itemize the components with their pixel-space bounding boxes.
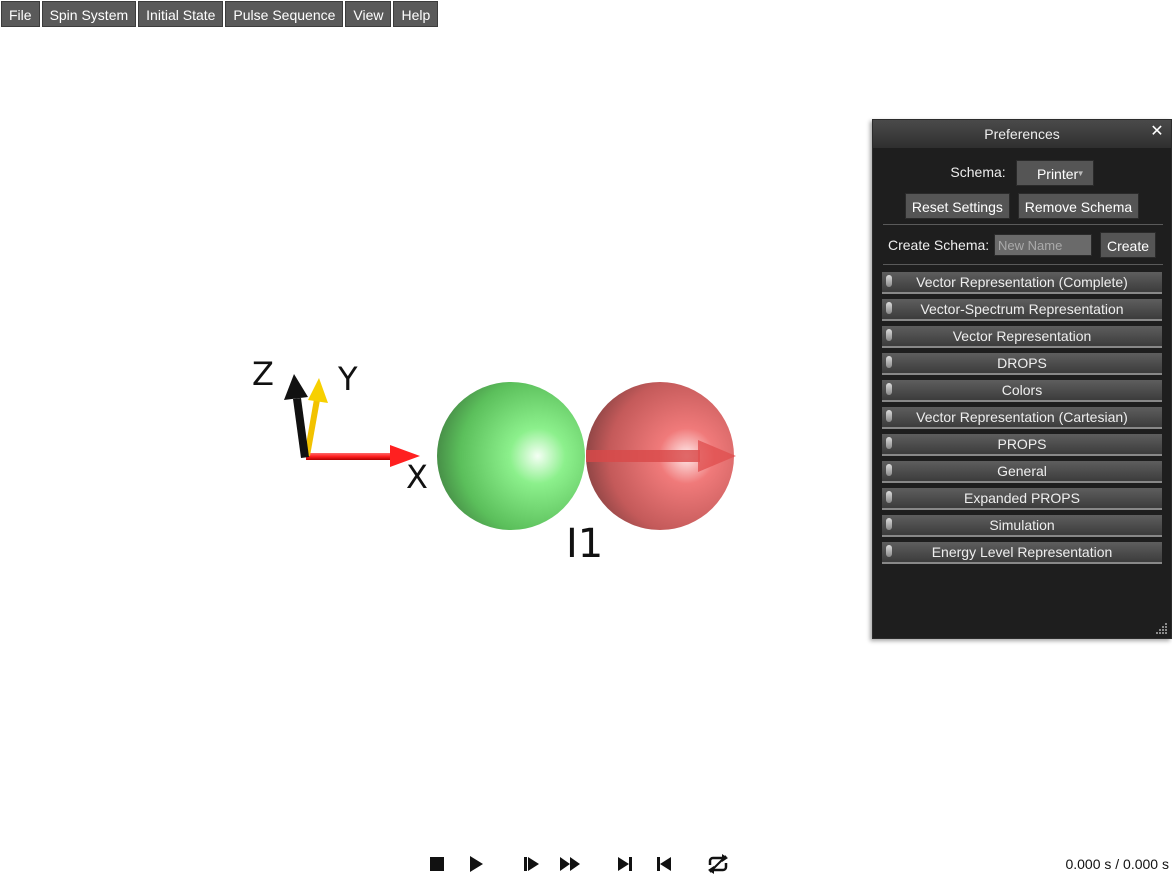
section-label: Expanded PROPS	[964, 490, 1080, 506]
spin-sphere-green[interactable]	[437, 382, 585, 530]
toggle-icon	[886, 518, 892, 530]
playback-controls	[0, 852, 1172, 876]
section-label: Energy Level Representation	[931, 544, 1113, 560]
preferences-title: Preferences	[984, 126, 1060, 142]
close-icon[interactable]: ✕	[1149, 124, 1165, 140]
toggle-icon	[886, 437, 892, 449]
section-vector-representation-cartesian[interactable]: Vector Representation (Cartesian)	[882, 407, 1162, 429]
section-vector-representation-complete[interactable]: Vector Representation (Complete)	[882, 272, 1162, 294]
reset-settings-button[interactable]: Reset Settings	[904, 193, 1010, 219]
remove-schema-button[interactable]: Remove Schema	[1017, 193, 1140, 219]
section-energy-level-representation[interactable]: Energy Level Representation	[882, 542, 1162, 564]
skip-to-end-icon[interactable]	[614, 852, 636, 876]
section-colors[interactable]: Colors	[882, 380, 1162, 402]
schema-value: Printer	[1036, 166, 1079, 182]
section-label: Vector-Spectrum Representation	[920, 301, 1124, 317]
section-props[interactable]: PROPS	[882, 434, 1162, 456]
section-vector-spectrum-representation[interactable]: Vector-Spectrum Representation	[882, 299, 1162, 321]
toggle-icon	[886, 356, 892, 368]
spin-label: I1	[566, 521, 603, 567]
section-expanded-props[interactable]: Expanded PROPS	[882, 488, 1162, 510]
chevron-down-icon: ▼	[1076, 169, 1085, 178]
axis-label-x: X	[406, 458, 428, 496]
create-schema-button[interactable]: Create	[1100, 232, 1157, 258]
axis-label-z: Z	[252, 355, 274, 393]
divider	[883, 224, 1163, 225]
toggle-icon	[886, 545, 892, 557]
schema-label: Schema:	[950, 163, 1006, 180]
z-axis-arrowhead	[284, 374, 308, 400]
step-forward-icon[interactable]	[520, 852, 542, 876]
resize-grip-icon[interactable]	[1156, 623, 1168, 635]
spin-vector	[586, 450, 700, 462]
section-drops[interactable]: DROPS	[882, 353, 1162, 375]
section-vector-representation[interactable]: Vector Representation	[882, 326, 1162, 348]
section-label: General	[997, 463, 1047, 479]
schema-select[interactable]: Printer ▼	[1015, 160, 1094, 186]
section-label: Simulation	[989, 517, 1055, 533]
fast-forward-icon[interactable]	[559, 852, 581, 876]
new-schema-name-input[interactable]: New Name	[994, 234, 1092, 256]
toggle-icon	[886, 275, 892, 287]
axis-label-y: Y	[337, 360, 358, 398]
play-icon[interactable]	[465, 852, 487, 876]
toggle-icon	[886, 329, 892, 341]
z-axis-arrow	[293, 398, 309, 458]
stop-icon[interactable]	[426, 852, 448, 876]
y-axis-arrowhead	[308, 378, 328, 403]
preferences-titlebar[interactable]: Preferences ✕	[873, 120, 1171, 148]
axes-triad: X Y Z	[252, 355, 428, 496]
schema-actions-row: Reset Settings Remove Schema	[873, 193, 1171, 219]
skip-to-start-icon[interactable]	[653, 852, 675, 876]
loop-icon[interactable]	[706, 852, 730, 876]
divider	[883, 264, 1163, 265]
toggle-icon	[886, 302, 892, 314]
section-label: DROPS	[997, 355, 1047, 371]
section-label: Vector Representation	[952, 328, 1092, 344]
toggle-icon	[886, 464, 892, 476]
time-readout: 0.000 s / 0.000 s	[1065, 856, 1169, 872]
section-simulation[interactable]: Simulation	[882, 515, 1162, 537]
section-label: Vector Representation (Cartesian)	[916, 409, 1128, 425]
toggle-icon	[886, 410, 892, 422]
toggle-icon	[886, 383, 892, 395]
toggle-icon	[886, 491, 892, 503]
section-label: Vector Representation (Complete)	[916, 274, 1128, 290]
section-label: PROPS	[997, 436, 1047, 452]
schema-row: Schema: Printer ▼	[873, 160, 1171, 186]
section-label: Colors	[1001, 382, 1043, 398]
section-general[interactable]: General	[882, 461, 1162, 483]
preferences-panel: Preferences ✕ Schema: Printer ▼ Reset Se…	[872, 119, 1172, 639]
x-axis-arrow	[306, 453, 392, 460]
create-schema-label: Create Schema:	[888, 237, 990, 253]
